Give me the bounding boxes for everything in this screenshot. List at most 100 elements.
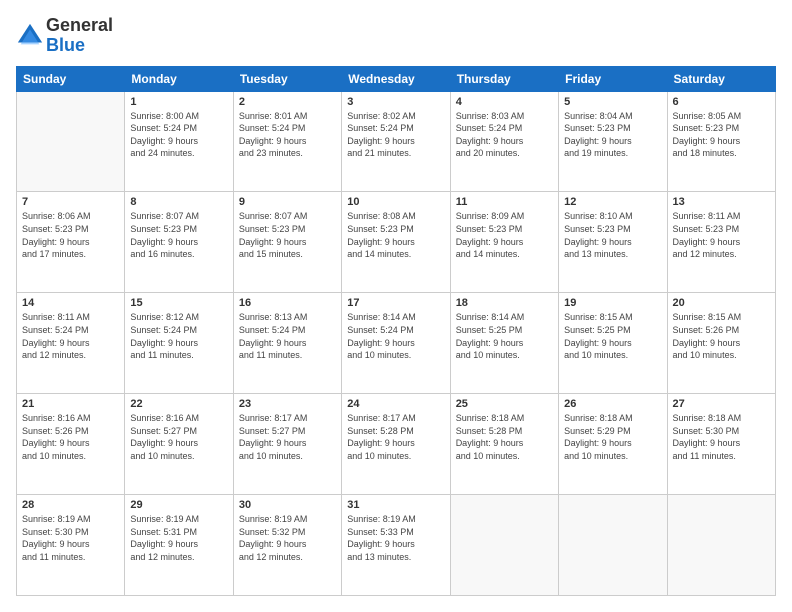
day-cell: 26 Sunrise: 8:18 AM Sunset: 5:29 PM Dayli… xyxy=(559,394,667,495)
day-info: Sunrise: 8:12 AM Sunset: 5:24 PM Dayligh… xyxy=(130,311,227,361)
day-cell: 15 Sunrise: 8:12 AM Sunset: 5:24 PM Dayli… xyxy=(125,293,233,394)
week-row-3: 14 Sunrise: 8:11 AM Sunset: 5:24 PM Dayli… xyxy=(17,293,776,394)
day-number: 5 xyxy=(564,96,661,108)
day-number: 25 xyxy=(456,398,553,410)
day-info: Sunrise: 8:19 AM Sunset: 5:32 PM Dayligh… xyxy=(239,513,336,563)
day-info: Sunrise: 8:13 AM Sunset: 5:24 PM Dayligh… xyxy=(239,311,336,361)
day-cell: 5 Sunrise: 8:04 AM Sunset: 5:23 PM Daylig… xyxy=(559,91,667,192)
day-number: 3 xyxy=(347,96,444,108)
day-cell: 29 Sunrise: 8:19 AM Sunset: 5:31 PM Dayli… xyxy=(125,495,233,596)
day-number: 2 xyxy=(239,96,336,108)
day-number: 30 xyxy=(239,499,336,511)
day-number: 26 xyxy=(564,398,661,410)
day-cell xyxy=(559,495,667,596)
weekday-header-sunday: Sunday xyxy=(17,66,125,91)
day-cell: 27Sunrise: 8:18 AM Sunset: 5:30 PM Dayli… xyxy=(667,394,775,495)
day-info: Sunrise: 8:19 AM Sunset: 5:30 PM Dayligh… xyxy=(22,513,119,563)
day-info: Sunrise: 8:10 AM Sunset: 5:23 PM Dayligh… xyxy=(564,210,661,260)
day-info: Sunrise: 8:07 AM Sunset: 5:23 PM Dayligh… xyxy=(239,210,336,260)
day-cell: 1 Sunrise: 8:00 AM Sunset: 5:24 PM Daylig… xyxy=(125,91,233,192)
logo-text: General Blue xyxy=(46,16,113,56)
day-number: 11 xyxy=(456,196,553,208)
day-number: 6 xyxy=(673,96,770,108)
day-info: Sunrise: 8:18 AM Sunset: 5:30 PM Dayligh… xyxy=(673,412,770,462)
day-cell: 20 Sunrise: 8:15 AM Sunset: 5:26 PM Dayli… xyxy=(667,293,775,394)
day-info: Sunrise: 8:14 AM Sunset: 5:25 PM Dayligh… xyxy=(456,311,553,361)
weekday-header-tuesday: Tuesday xyxy=(233,66,341,91)
day-number: 19 xyxy=(564,297,661,309)
day-number: 1 xyxy=(130,96,227,108)
day-number: 31 xyxy=(347,499,444,511)
day-number: 15 xyxy=(130,297,227,309)
day-cell: 7Sunrise: 8:06 AM Sunset: 5:23 PM Daylig… xyxy=(17,192,125,293)
day-number: 29 xyxy=(130,499,227,511)
day-cell: 17 Sunrise: 8:14 AM Sunset: 5:24 PM Dayli… xyxy=(342,293,450,394)
day-cell: 31Sunrise: 8:19 AM Sunset: 5:33 PM Dayli… xyxy=(342,495,450,596)
calendar-table: SundayMondayTuesdayWednesdayThursdayFrid… xyxy=(16,66,776,596)
day-number: 14 xyxy=(22,297,119,309)
weekday-header-row: SundayMondayTuesdayWednesdayThursdayFrid… xyxy=(17,66,776,91)
day-number: 10 xyxy=(347,196,444,208)
page: General Blue SundayMondayTuesdayWednesda… xyxy=(0,0,792,612)
day-info: Sunrise: 8:14 AM Sunset: 5:24 PM Dayligh… xyxy=(347,311,444,361)
day-cell: 2Sunrise: 8:01 AM Sunset: 5:24 PM Daylig… xyxy=(233,91,341,192)
day-number: 20 xyxy=(673,297,770,309)
day-cell: 23 Sunrise: 8:17 AM Sunset: 5:27 PM Dayli… xyxy=(233,394,341,495)
day-number: 13 xyxy=(673,196,770,208)
day-info: Sunrise: 8:19 AM Sunset: 5:31 PM Dayligh… xyxy=(130,513,227,563)
day-cell: 14 Sunrise: 8:11 AM Sunset: 5:24 PM Dayli… xyxy=(17,293,125,394)
day-cell: 12 Sunrise: 8:10 AM Sunset: 5:23 PM Dayli… xyxy=(559,192,667,293)
day-info: Sunrise: 8:15 AM Sunset: 5:26 PM Dayligh… xyxy=(673,311,770,361)
day-info: Sunrise: 8:04 AM Sunset: 5:23 PM Dayligh… xyxy=(564,110,661,160)
day-number: 28 xyxy=(22,499,119,511)
week-row-4: 21Sunrise: 8:16 AM Sunset: 5:26 PM Dayli… xyxy=(17,394,776,495)
day-info: Sunrise: 8:18 AM Sunset: 5:29 PM Dayligh… xyxy=(564,412,661,462)
day-cell xyxy=(450,495,558,596)
day-cell: 6Sunrise: 8:05 AM Sunset: 5:23 PM Daylig… xyxy=(667,91,775,192)
day-number: 23 xyxy=(239,398,336,410)
day-number: 8 xyxy=(130,196,227,208)
day-cell: 3 Sunrise: 8:02 AM Sunset: 5:24 PM Daylig… xyxy=(342,91,450,192)
day-cell: 22 Sunrise: 8:16 AM Sunset: 5:27 PM Dayli… xyxy=(125,394,233,495)
day-number: 22 xyxy=(130,398,227,410)
day-info: Sunrise: 8:06 AM Sunset: 5:23 PM Dayligh… xyxy=(22,210,119,260)
day-number: 16 xyxy=(239,297,336,309)
week-row-5: 28 Sunrise: 8:19 AM Sunset: 5:30 PM Dayli… xyxy=(17,495,776,596)
day-info: Sunrise: 8:07 AM Sunset: 5:23 PM Dayligh… xyxy=(130,210,227,260)
day-cell: 25Sunrise: 8:18 AM Sunset: 5:28 PM Dayli… xyxy=(450,394,558,495)
weekday-header-monday: Monday xyxy=(125,66,233,91)
day-cell xyxy=(667,495,775,596)
day-info: Sunrise: 8:15 AM Sunset: 5:25 PM Dayligh… xyxy=(564,311,661,361)
day-number: 12 xyxy=(564,196,661,208)
day-cell: 9 Sunrise: 8:07 AM Sunset: 5:23 PM Daylig… xyxy=(233,192,341,293)
day-cell: 18 Sunrise: 8:14 AM Sunset: 5:25 PM Dayli… xyxy=(450,293,558,394)
header: General Blue xyxy=(16,16,776,56)
day-cell: 16 Sunrise: 8:13 AM Sunset: 5:24 PM Dayli… xyxy=(233,293,341,394)
weekday-header-wednesday: Wednesday xyxy=(342,66,450,91)
day-info: Sunrise: 8:09 AM Sunset: 5:23 PM Dayligh… xyxy=(456,210,553,260)
logo-icon xyxy=(16,22,44,50)
day-info: Sunrise: 8:16 AM Sunset: 5:27 PM Dayligh… xyxy=(130,412,227,462)
day-cell: 10 Sunrise: 8:08 AM Sunset: 5:23 PM Dayli… xyxy=(342,192,450,293)
week-row-2: 7Sunrise: 8:06 AM Sunset: 5:23 PM Daylig… xyxy=(17,192,776,293)
weekday-header-friday: Friday xyxy=(559,66,667,91)
week-row-1: 1 Sunrise: 8:00 AM Sunset: 5:24 PM Daylig… xyxy=(17,91,776,192)
day-info: Sunrise: 8:11 AM Sunset: 5:24 PM Dayligh… xyxy=(22,311,119,361)
day-cell: 13Sunrise: 8:11 AM Sunset: 5:23 PM Dayli… xyxy=(667,192,775,293)
day-info: Sunrise: 8:08 AM Sunset: 5:23 PM Dayligh… xyxy=(347,210,444,260)
day-number: 9 xyxy=(239,196,336,208)
day-cell: 19 Sunrise: 8:15 AM Sunset: 5:25 PM Dayli… xyxy=(559,293,667,394)
day-cell: 30 Sunrise: 8:19 AM Sunset: 5:32 PM Dayli… xyxy=(233,495,341,596)
day-cell: 21Sunrise: 8:16 AM Sunset: 5:26 PM Dayli… xyxy=(17,394,125,495)
day-info: Sunrise: 8:02 AM Sunset: 5:24 PM Dayligh… xyxy=(347,110,444,160)
day-number: 17 xyxy=(347,297,444,309)
day-cell: 11 Sunrise: 8:09 AM Sunset: 5:23 PM Dayli… xyxy=(450,192,558,293)
day-number: 18 xyxy=(456,297,553,309)
logo: General Blue xyxy=(16,16,113,56)
day-number: 24 xyxy=(347,398,444,410)
day-info: Sunrise: 8:00 AM Sunset: 5:24 PM Dayligh… xyxy=(130,110,227,160)
day-info: Sunrise: 8:03 AM Sunset: 5:24 PM Dayligh… xyxy=(456,110,553,160)
day-cell: 8 Sunrise: 8:07 AM Sunset: 5:23 PM Daylig… xyxy=(125,192,233,293)
day-info: Sunrise: 8:17 AM Sunset: 5:27 PM Dayligh… xyxy=(239,412,336,462)
weekday-header-saturday: Saturday xyxy=(667,66,775,91)
